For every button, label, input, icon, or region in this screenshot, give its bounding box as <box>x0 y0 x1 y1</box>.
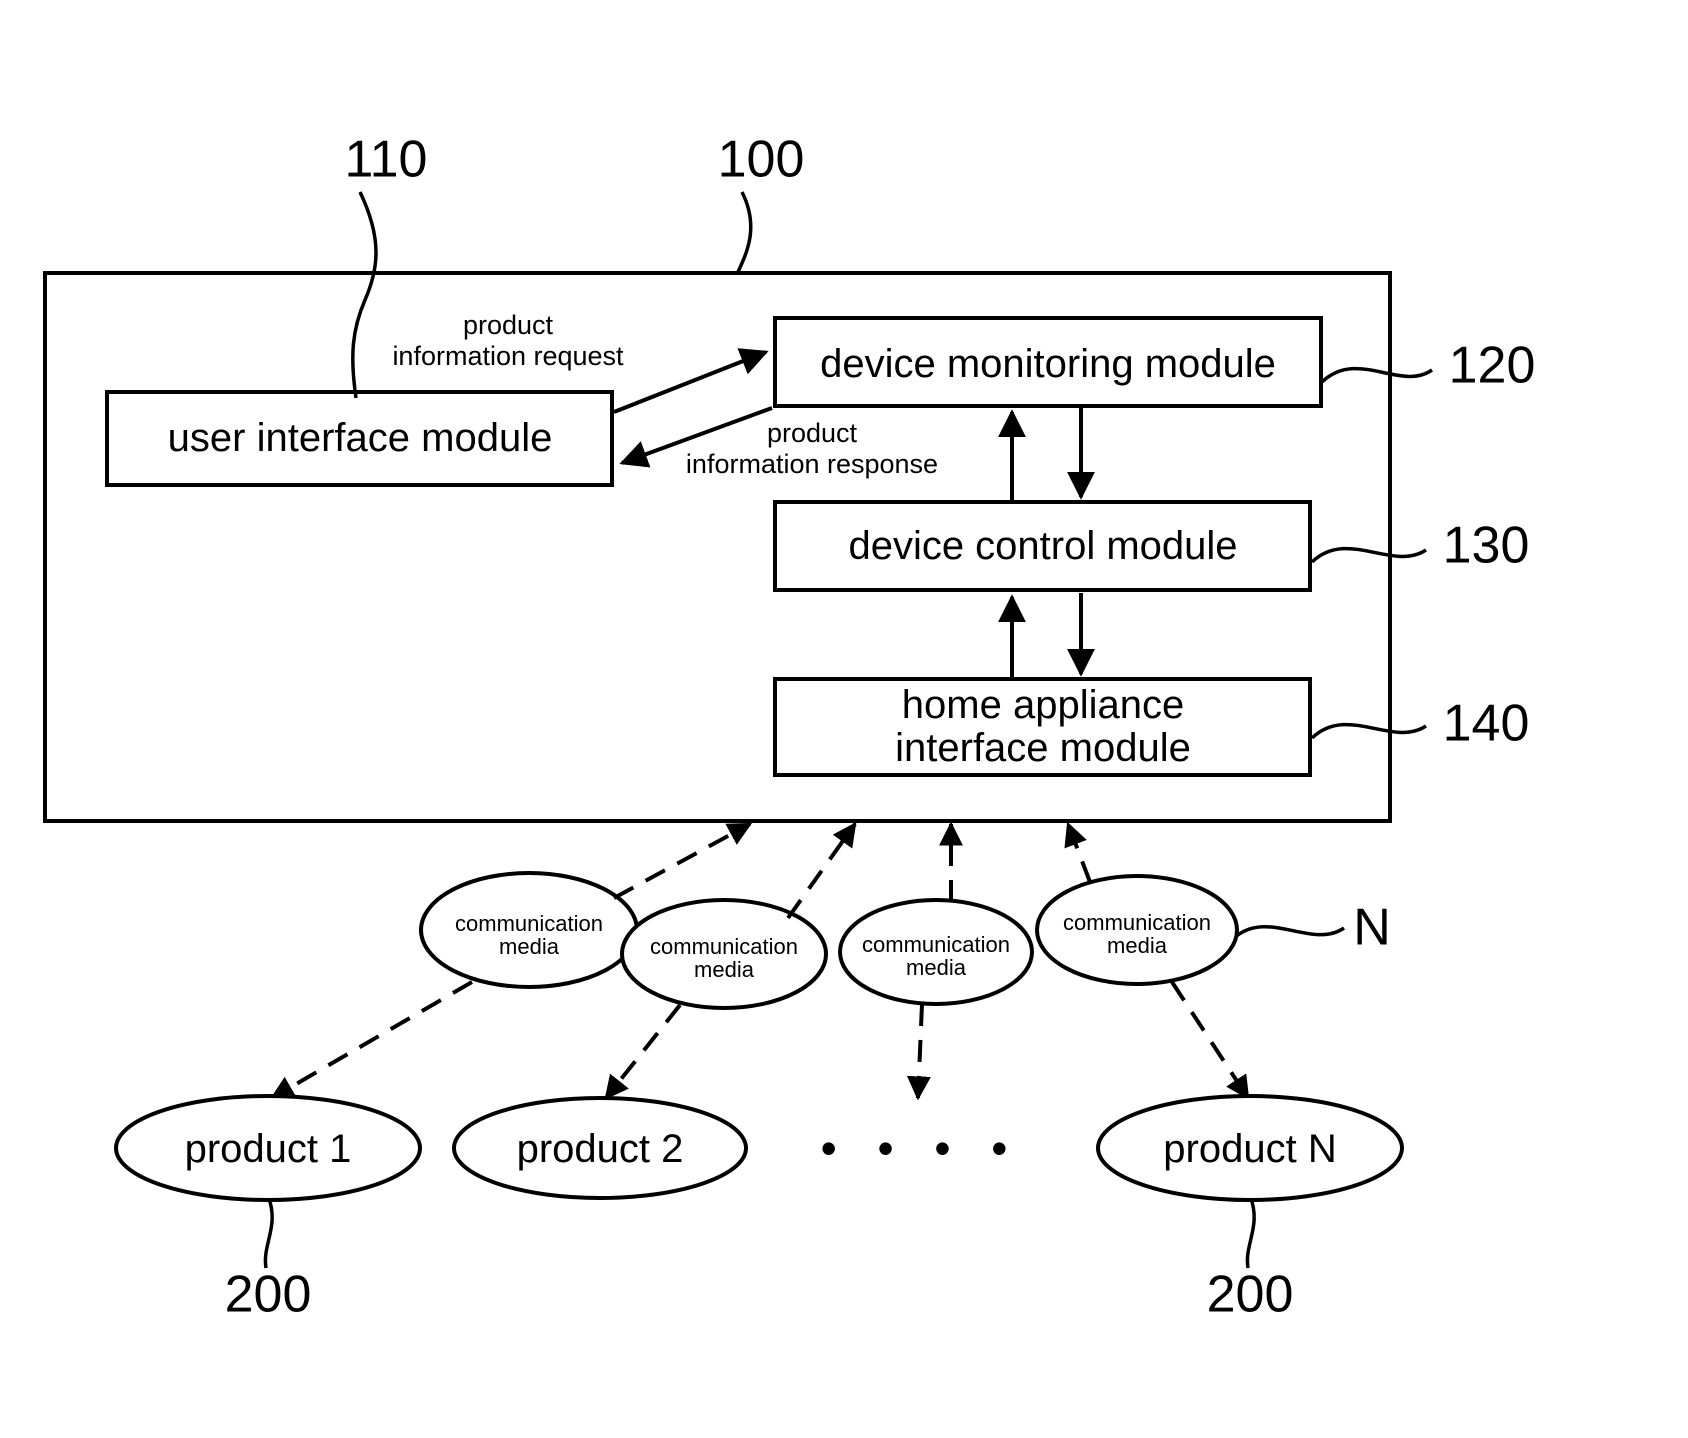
product-information-request-label-line1: product <box>462 310 554 341</box>
communication-media-label-3-line2: media <box>906 954 966 980</box>
communication-media-label-2-line2: media <box>694 956 754 982</box>
product-label-n: product N <box>1163 1127 1337 1171</box>
reference-number-120: 120 <box>1448 336 1536 395</box>
reference-number-200-right: 200 <box>1206 1265 1294 1324</box>
product-label-1: product 1 <box>184 1127 352 1171</box>
media1-to-system-dashed <box>613 822 753 900</box>
leader-100 <box>736 191 753 273</box>
reference-number-100: 100 <box>717 130 805 189</box>
media4-to-productN-dashed <box>1170 980 1250 1101</box>
leader-110 <box>351 191 378 399</box>
communication-media-label-4-line1: communication <box>1063 909 1211 935</box>
reference-number-110: 110 <box>344 130 428 189</box>
product-information-response-label-line1: product <box>766 418 858 449</box>
media2-to-system-dashed <box>786 822 857 920</box>
communication-media-label-2-line1: communication <box>650 933 798 959</box>
leader-200-left <box>263 1195 274 1269</box>
reference-number-140: 140 <box>1442 694 1530 753</box>
product-information-request-label-line2: information request <box>392 341 624 372</box>
ellipsis-dots: • • • • <box>820 1122 1022 1174</box>
leader-200-right <box>1245 1195 1256 1269</box>
media1-to-product1-dashed <box>269 980 474 1100</box>
communication-media-label-1-line2: media <box>499 933 559 959</box>
media3-to-ellipsis-dashed <box>906 1003 931 1101</box>
reference-number-200-left: 200 <box>224 1265 312 1324</box>
figure-canvas: 110 100 120 130 140 N 200 200 user inter… <box>0 0 1688 1438</box>
user-interface-module-label: user interface module <box>167 416 553 460</box>
leader-130 <box>1310 546 1427 564</box>
leader-N <box>1232 925 1345 940</box>
leader-140 <box>1310 722 1427 740</box>
communication-media-label-1-line1: communication <box>455 910 603 936</box>
device-monitoring-module-label: device monitoring module <box>820 342 1276 386</box>
diagram-vector-layer <box>43 191 1433 1269</box>
communication-media-label-4-line2: media <box>1107 932 1167 958</box>
home-appliance-interface-module-label-line2: interface module <box>895 726 1191 770</box>
device-control-module-label: device control module <box>848 524 1238 568</box>
media4-to-system-dashed <box>1064 821 1092 883</box>
product-information-response-label-line2: information response <box>685 449 939 480</box>
media2-to-product2-dashed <box>604 1003 682 1100</box>
communication-media-label-3-line1: communication <box>862 931 1010 957</box>
request-arrow <box>613 348 769 414</box>
leader-120 <box>1320 366 1433 384</box>
product-label-2: product 2 <box>516 1127 684 1171</box>
reference-number-130: 130 <box>1442 516 1530 575</box>
home-appliance-interface-module-label-line1: home appliance <box>901 683 1185 727</box>
reference-number-N: N <box>1353 898 1391 957</box>
